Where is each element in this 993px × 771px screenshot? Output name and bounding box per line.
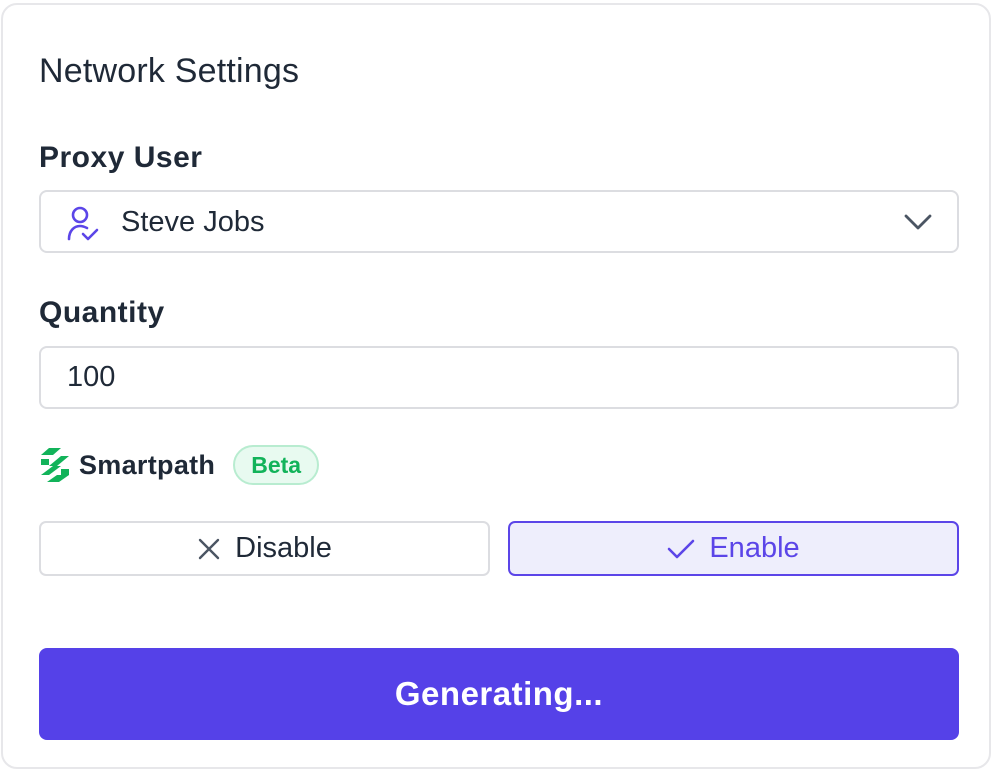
- panel-title: Network Settings: [39, 52, 300, 90]
- chevron-down-icon[interactable]: [903, 212, 933, 232]
- smartpath-name: Smartpath: [79, 449, 216, 480]
- proxy-user-label: Proxy User: [39, 141, 203, 174]
- close-icon: [198, 538, 220, 559]
- quantity-label: Quantity: [39, 296, 165, 329]
- smartpath-header: Smartpath Beta: [39, 445, 320, 485]
- generating-button[interactable]: Generating...: [39, 648, 959, 740]
- check-icon: [668, 539, 695, 558]
- enable-button[interactable]: Enable: [508, 521, 959, 576]
- beta-badge: Beta: [233, 445, 320, 485]
- proxy-user-value: Steve Jobs: [121, 206, 265, 238]
- user-check-icon: [67, 206, 99, 241]
- network-settings-card: Network Settings Proxy User Steve Jobs Q…: [1, 3, 991, 769]
- disable-label: Disable: [235, 532, 332, 564]
- disable-button[interactable]: Disable: [39, 521, 490, 576]
- smartpath-logo-icon: [41, 448, 69, 482]
- proxy-user-select[interactable]: Steve Jobs: [39, 190, 959, 253]
- enable-label: Enable: [709, 532, 800, 564]
- quantity-input[interactable]: [39, 346, 959, 409]
